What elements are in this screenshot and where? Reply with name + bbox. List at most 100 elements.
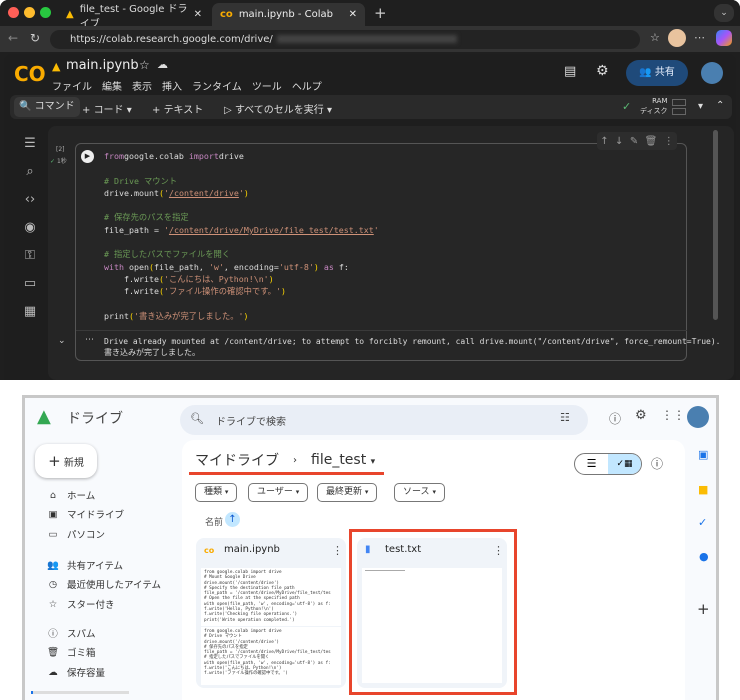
search-input[interactable]: ドライブで検索 [216,413,286,428]
profile-avatar[interactable] [668,29,686,47]
help-icon[interactable]: ⓘ [609,410,621,427]
star-icon: ☆ [48,598,58,610]
list-view-button[interactable]: ☰ [575,454,608,474]
menu-tools[interactable]: ツール [252,82,282,93]
share-button[interactable]: 👥 共有 [626,60,688,86]
filter-chip[interactable]: ユーザー ▾ [248,483,309,502]
left-sidebar: ☰ ⌕ ‹› ◉ ⚿ ▭ ▦ [4,128,48,380]
sidebar-item[interactable]: 🗑 ゴミ箱 [47,645,96,660]
tasks-icon[interactable]: ✓ [698,516,707,529]
menu-runtime[interactable]: ランタイム [192,82,242,93]
spam-icon: ⓘ [48,629,58,640]
app-name: ドライブ [67,411,123,427]
data-table-icon[interactable]: ▦ [22,304,38,319]
cloud-icon[interactable]: ☁ [157,58,168,71]
search-options-icon[interactable]: ☷ [560,411,570,424]
move-up-icon[interactable]: ↑ [600,136,608,147]
menu-insert[interactable]: 挿入 [162,82,182,93]
file-card-main-ipynb[interactable]: co main.ipynb ⋮ from google.colab import… [196,538,346,688]
collapse-icon[interactable]: ⌃ [716,100,724,111]
sidebar-item[interactable]: ☆ スター付き [47,597,115,612]
apps-grid-icon[interactable]: ⋮⋮ [661,408,685,422]
menu-help[interactable]: ヘルプ [292,82,322,93]
back-icon[interactable]: ← [8,31,18,45]
add-text-button[interactable]: + テキスト [152,101,203,116]
menu-file[interactable]: ファイル [52,82,92,93]
code-line: f.write('ファイル操作の確認中です。') [104,286,286,297]
menu-edit[interactable]: 編集 [102,82,122,93]
sidebar-item[interactable]: ◷ 最近使用したアイテム [47,577,161,592]
sort-name-label[interactable]: 名前 [205,515,223,528]
sidebar-item[interactable]: ⓘ スパム [47,626,95,640]
new-tab-button[interactable]: + [374,4,387,22]
add-addon-icon[interactable]: + [697,600,710,618]
home-icon: ⌂ [49,489,57,501]
star-icon[interactable]: ☆ [139,58,150,72]
chevron-down-icon: ▾ [432,488,436,496]
copilot-icon[interactable] [716,30,732,46]
filter-chip[interactable]: ソース ▾ [394,483,445,502]
output-actions-icon[interactable]: ⋯ [85,335,94,345]
delete-icon[interactable]: 🗑 [645,136,658,147]
files-folder-icon[interactable]: ▭ [22,276,38,291]
settings-icon[interactable]: ⚙ [596,63,609,79]
menu-view[interactable]: 表示 [132,82,152,93]
sidebar-item[interactable]: ☁ 保存容量 [47,665,105,680]
chevron-down-icon: ▾ [370,457,376,467]
success-check-icon: ✓ [50,158,56,165]
chevron-down-icon: ▾ [364,488,369,496]
filter-chip[interactable]: 最終更新 ▾ [317,483,378,502]
reload-icon[interactable]: ↻ [30,31,40,45]
comments-icon[interactable]: ▤ [564,64,576,79]
edit-icon[interactable]: ✎ [630,136,638,147]
account-avatar[interactable] [701,62,723,84]
contacts-icon[interactable]: ● [699,550,709,563]
url-field[interactable]: https://colab.research.google.com/drive/ [50,30,640,49]
table-of-contents-icon[interactable]: ☰ [22,136,38,151]
sidebar-item[interactable]: ⌂ ホーム [47,488,95,503]
scrollbar[interactable] [713,130,718,320]
find-icon[interactable]: ⌕ [22,164,38,179]
maximize-window-button[interactable] [40,7,51,18]
close-window-button[interactable] [8,7,19,18]
search-bar[interactable]: 🔍︎ ドライブで検索 ☷ [180,405,588,435]
resource-monitor[interactable]: RAM ディスク [640,96,668,116]
more-options-icon[interactable]: ⋮ [332,544,343,557]
close-tab-icon[interactable]: ✕ [194,9,202,20]
keep-icon[interactable]: ■ [698,483,708,496]
sidebar-item[interactable]: ▣ マイドライブ [47,507,125,522]
new-button[interactable]: + 新規 [35,444,97,478]
variables-icon[interactable]: ◉ [22,220,38,235]
minimize-window-button[interactable] [24,7,35,18]
breadcrumb-folder[interactable]: file_test ▾ [311,452,375,468]
code-snippets-icon[interactable]: ‹› [22,192,38,207]
settings-icon[interactable]: ⚙ [635,408,647,423]
close-tab-icon[interactable]: ✕ [349,9,357,20]
tab-drive[interactable]: ▲ file_test - Google ドライブ ✕ [58,3,210,30]
move-down-icon[interactable]: ↓ [615,136,623,147]
sidebar-item[interactable]: ▭ パソコン [47,527,106,542]
run-cell-button[interactable]: ▶ [81,150,94,163]
sidebar-item[interactable]: 👥 共有アイテム [47,558,123,573]
details-info-icon[interactable]: ⓘ [651,455,663,472]
code-editor[interactable]: fromgoogle.colab importdrive # Drive マウント… [104,150,379,322]
more-icon[interactable]: ⋯ [694,31,705,44]
collapse-output-icon[interactable]: ⌄ [58,336,66,346]
breadcrumb-my-drive[interactable]: マイドライブ [195,450,279,470]
notebook-title[interactable]: main.ipynb [66,58,139,73]
tab-colab[interactable]: co main.ipynb - Colab ✕ [212,3,365,26]
resource-dropdown-icon[interactable]: ▾ [698,101,703,112]
calendar-icon[interactable]: ▣ [698,448,708,461]
grid-view-button[interactable]: ✓▦ [608,454,641,474]
favorites-icon[interactable]: ☆ [650,31,660,44]
add-code-button[interactable]: + コード ▾ [82,101,132,116]
secrets-key-icon[interactable]: ⚿ [22,248,38,263]
chevron-right-icon: › [293,454,297,466]
account-avatar[interactable] [687,406,709,428]
filter-chip[interactable]: 種類 ▾ [195,483,238,502]
run-all-button[interactable]: ▷ すべてのセルを実行 ▾ [224,101,332,116]
more-options-icon[interactable]: ⋮ [664,136,674,147]
tab-list-button[interactable]: ⌄ [714,4,734,22]
sort-ascending-icon[interactable]: ↑ [225,512,240,527]
command-palette-button[interactable]: 🔍 コマンド [14,97,80,117]
